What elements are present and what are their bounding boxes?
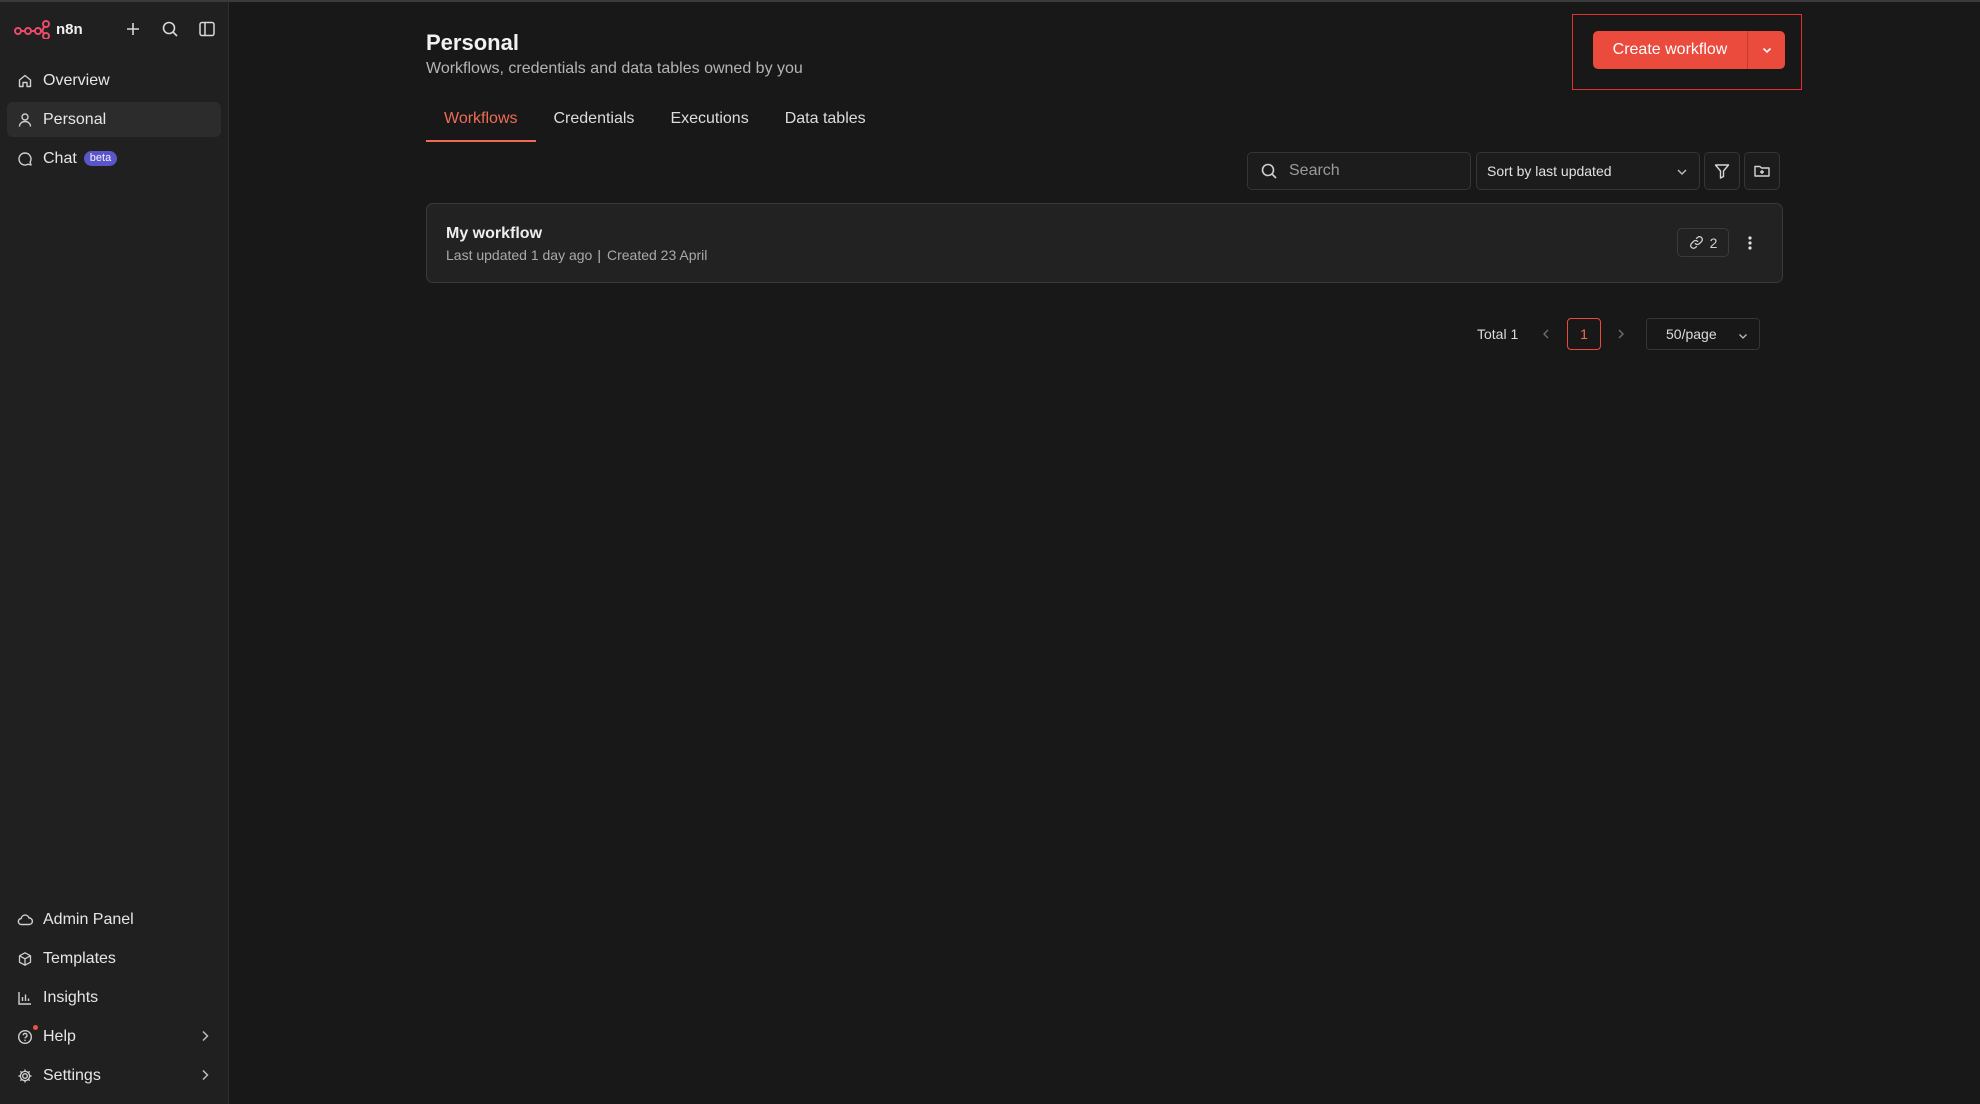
chat-icon [16, 150, 34, 168]
pagination-total: Total 1 [1477, 326, 1519, 342]
logo[interactable]: n8n [14, 19, 83, 39]
filter-button[interactable] [1704, 152, 1740, 190]
page-size-select[interactable]: 50/page [1646, 318, 1760, 350]
tab-credentials[interactable]: Credentials [536, 108, 653, 142]
brand-name: n8n [56, 20, 83, 38]
page-number-current[interactable]: 1 [1567, 318, 1601, 350]
chevron-down-icon [1762, 47, 1771, 54]
sidebar-item-label: Personal [43, 110, 107, 128]
sort-select[interactable]: Sort by last updated [1476, 152, 1700, 190]
sidebar-item-label: Overview [43, 71, 110, 89]
workflow-updated: Last updated 1 day ago [446, 247, 593, 263]
page-subtitle: Workflows, credentials and data tables o… [426, 60, 803, 77]
search-box [1247, 152, 1471, 190]
workflow-name: My workflow [446, 225, 543, 242]
sidebar-item-settings[interactable]: Settings [7, 1058, 221, 1093]
prev-page-button[interactable] [1536, 318, 1556, 350]
chevron-right-icon [198, 1067, 212, 1088]
search-icon [1261, 163, 1277, 179]
help-circle-icon [16, 1028, 34, 1046]
sidebar-item-label: Templates [43, 949, 116, 967]
sidebar-item-insights[interactable]: Insights [7, 980, 221, 1015]
sidebar-item-admin-panel[interactable]: Admin Panel [7, 902, 221, 937]
link-icon [1689, 236, 1703, 249]
workflow-links-badge[interactable]: 2 [1677, 228, 1729, 257]
sidebar-item-label: Settings [43, 1066, 101, 1084]
sidebar-item-templates[interactable]: Templates [7, 941, 221, 976]
sidebar-item-label: Admin Panel [43, 910, 134, 928]
tab-executions[interactable]: Executions [652, 108, 766, 142]
user-icon [16, 111, 34, 129]
sidebar-item-help[interactable]: Help [7, 1019, 221, 1054]
box-icon [16, 950, 34, 968]
main-nav: Overview Personal Chat beta [7, 63, 221, 180]
gear-icon [16, 1067, 34, 1085]
sidebar-item-label: Insights [43, 988, 99, 1006]
sidebar-item-personal[interactable]: Personal [7, 102, 221, 137]
chevron-right-icon [1618, 329, 1624, 339]
beta-badge: beta [83, 151, 118, 166]
workflow-created: Created 23 April [606, 247, 708, 263]
main-content: Personal Workflows, credentials and data… [229, 2, 1980, 1104]
plus-icon[interactable] [122, 18, 144, 40]
new-folder-button[interactable] [1744, 152, 1780, 190]
workflow-more-menu[interactable] [1739, 230, 1761, 256]
workflow-card[interactable]: My workflow Last updated 1 day ago | Creat… [426, 203, 1783, 283]
tab-workflows[interactable]: Workflows [426, 108, 536, 142]
create-workflow-highlight: Create workflow [1572, 14, 1802, 90]
chevron-right-icon [198, 1028, 212, 1049]
bottom-nav: Admin Panel Templates Insights Help Sett… [7, 902, 221, 1097]
sort-label: Sort by last updated [1487, 163, 1612, 179]
sidebar-header: n8n [14, 16, 219, 42]
tab-bar: Workflows Credentials Executions Data ta… [426, 108, 884, 142]
page-size-label: 50/page [1666, 326, 1717, 342]
home-icon [16, 72, 34, 90]
create-workflow-split-button: Create workflow [1593, 31, 1785, 69]
more-vertical-icon [1748, 236, 1752, 250]
link-count: 2 [1709, 234, 1718, 251]
folder-plus-icon [1754, 165, 1770, 177]
sidebar-item-chat[interactable]: Chat beta [7, 141, 221, 176]
create-options-dropdown[interactable] [1748, 31, 1785, 69]
next-page-button[interactable] [1611, 318, 1631, 350]
chevron-down-icon [1737, 329, 1749, 345]
n8n-logo-icon [14, 20, 50, 39]
create-workflow-button[interactable]: Create workflow [1593, 31, 1747, 69]
notification-dot [33, 1025, 38, 1030]
workflow-meta: Last updated 1 day ago | Created 23 April [446, 247, 707, 263]
bar-chart-icon [16, 989, 34, 1007]
sidebar: n8n Overview Personal Chat beta Admin Pa… [0, 2, 229, 1104]
search-icon[interactable] [159, 18, 181, 40]
sidebar-item-overview[interactable]: Overview [7, 63, 221, 98]
chevron-left-icon [1543, 329, 1549, 339]
chevron-down-icon [1675, 165, 1689, 182]
tab-data-tables[interactable]: Data tables [767, 108, 884, 142]
search-input[interactable] [1289, 162, 1459, 180]
page-title: Personal [426, 30, 519, 55]
collapse-sidebar-icon[interactable] [196, 18, 218, 40]
cloud-icon [16, 911, 34, 929]
filter-icon [1714, 164, 1730, 179]
sidebar-item-label: Help [43, 1027, 76, 1045]
meta-separator: | [597, 247, 601, 263]
sidebar-item-label: Chat [43, 149, 77, 167]
